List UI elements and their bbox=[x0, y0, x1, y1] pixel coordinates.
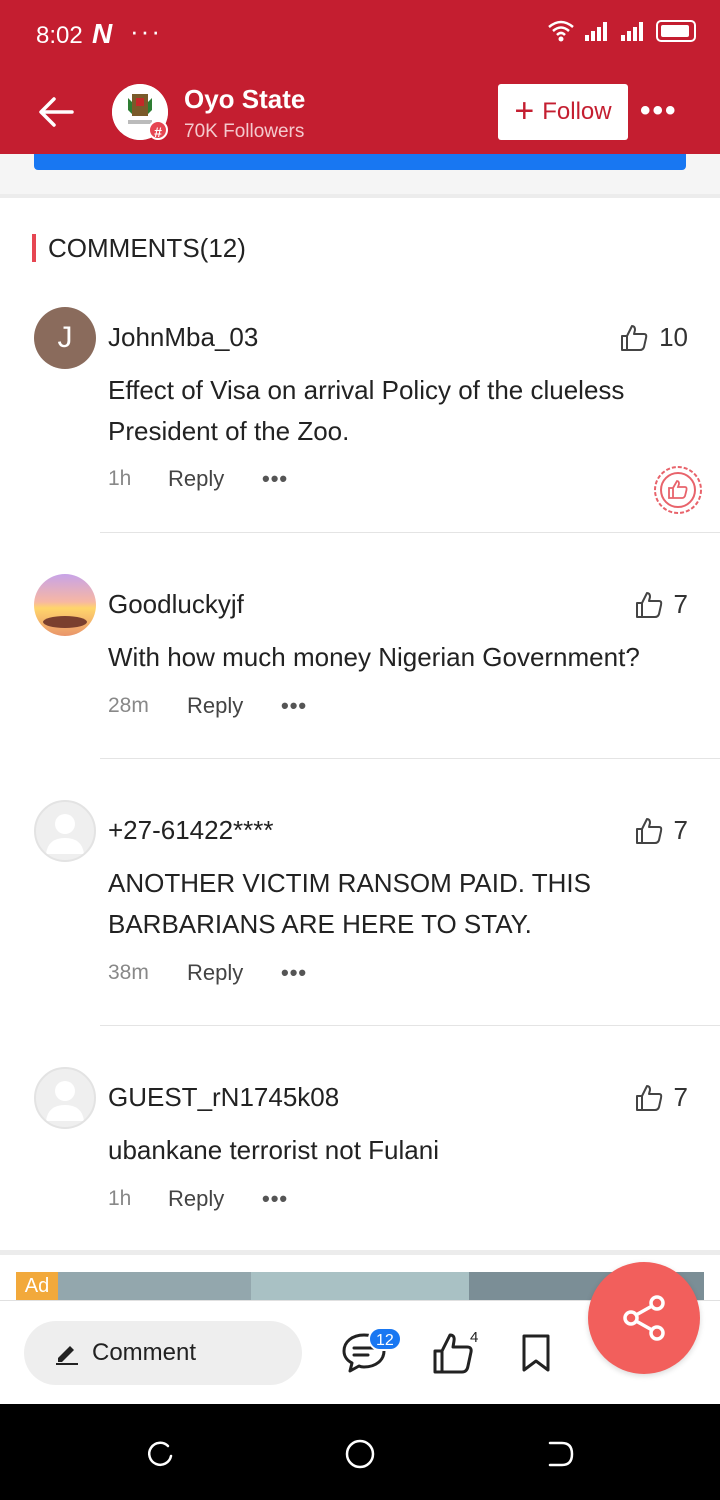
like-count: 10 bbox=[659, 322, 688, 352]
blue-banner-edge[interactable] bbox=[34, 154, 686, 170]
plus-icon: + bbox=[514, 91, 535, 130]
comment-time: 28m bbox=[108, 694, 149, 717]
comment-more-icon[interactable]: ••• bbox=[262, 466, 288, 492]
comment-divider bbox=[100, 532, 720, 533]
comment-meta: 1h Reply ••• bbox=[108, 466, 288, 492]
default-user-icon bbox=[46, 1081, 84, 1121]
share-icon bbox=[623, 1295, 665, 1341]
comments-heading: COMMENTS(12) bbox=[32, 234, 246, 262]
default-user-icon bbox=[46, 814, 84, 854]
follow-button[interactable]: + Follow bbox=[498, 84, 628, 140]
channel-name[interactable]: Oyo State bbox=[184, 84, 305, 115]
like-count: 7 bbox=[673, 815, 688, 845]
like-icon[interactable] bbox=[432, 1331, 474, 1375]
comment-username[interactable]: GUEST_rN1745k08 bbox=[108, 1082, 339, 1113]
comment-divider bbox=[100, 1025, 720, 1026]
thumbs-up-icon bbox=[635, 817, 662, 844]
comment-input[interactable]: Comment bbox=[24, 1321, 302, 1385]
follow-label: Follow bbox=[542, 98, 612, 125]
user-avatar[interactable] bbox=[34, 800, 96, 862]
share-button[interactable] bbox=[588, 1262, 700, 1374]
more-options-icon[interactable]: ••• bbox=[640, 96, 690, 126]
comment-like-button[interactable]: 7 bbox=[634, 1082, 688, 1113]
comment-meta: 1h Reply ••• bbox=[108, 1186, 288, 1212]
comment-text: ANOTHER VICTIM RANSOM PAID. THIS BARBARI… bbox=[108, 868, 591, 939]
pencil-icon bbox=[56, 1346, 78, 1365]
recent-apps-icon[interactable] bbox=[144, 1438, 176, 1470]
section-divider bbox=[0, 194, 720, 198]
comment-text: ubankane terrorist not Fulani bbox=[108, 1135, 439, 1165]
comment-username[interactable]: JohnMba_03 bbox=[108, 322, 258, 353]
comment-meta: 28m Reply ••• bbox=[108, 693, 307, 719]
comment-text: Effect of Visa on arrival Policy of the … bbox=[108, 375, 625, 446]
back-arrow-icon[interactable] bbox=[36, 92, 76, 132]
comment-time: 1h bbox=[108, 1187, 132, 1210]
thumbs-up-icon bbox=[621, 324, 648, 351]
like-count: 7 bbox=[673, 589, 688, 619]
hashtag-badge-icon: # bbox=[148, 120, 168, 140]
battery-icon bbox=[656, 20, 696, 42]
like-count-label: 4 bbox=[470, 1329, 479, 1346]
top-comment-stamp-icon bbox=[654, 466, 702, 514]
status-overflow-icon: ··· bbox=[130, 16, 162, 46]
thumbs-up-icon bbox=[635, 1084, 662, 1111]
user-avatar[interactable] bbox=[34, 574, 96, 636]
like-count: 7 bbox=[673, 1082, 688, 1112]
wifi-icon bbox=[548, 20, 574, 42]
comment-count-badge: 12 bbox=[368, 1327, 402, 1351]
signal-icon bbox=[585, 22, 607, 41]
bookmark-icon[interactable] bbox=[520, 1333, 552, 1373]
comment-like-button[interactable]: 7 bbox=[634, 589, 688, 620]
comment-meta: 38m Reply ••• bbox=[108, 960, 307, 986]
system-navigation-bar bbox=[0, 1404, 720, 1500]
sunset-avatar-icon bbox=[34, 574, 96, 636]
comment-time: 1h bbox=[108, 467, 132, 490]
reply-button[interactable]: Reply bbox=[168, 1186, 262, 1212]
comment-time: 38m bbox=[108, 961, 149, 984]
home-icon[interactable] bbox=[344, 1438, 376, 1470]
comment-like-button[interactable]: 7 bbox=[634, 815, 688, 846]
user-avatar[interactable] bbox=[34, 1067, 96, 1129]
status-time: 8:02 bbox=[36, 22, 83, 49]
comment-text: With how much money Nigerian Government? bbox=[108, 642, 640, 672]
status-bar: 8:02 N ··· bbox=[0, 0, 720, 72]
ad-image-segment bbox=[251, 1272, 469, 1302]
status-icons bbox=[548, 20, 696, 42]
reply-button[interactable]: Reply bbox=[168, 466, 262, 492]
comment-divider bbox=[100, 758, 720, 759]
user-avatar[interactable]: J bbox=[34, 307, 96, 369]
reply-button[interactable]: Reply bbox=[187, 960, 281, 986]
comment-input-label: Comment bbox=[92, 1339, 197, 1366]
comment-username[interactable]: Goodluckyjf bbox=[108, 589, 244, 620]
app-notification-icon: N bbox=[92, 18, 113, 49]
signal-icon-2 bbox=[621, 22, 643, 41]
back-nav-icon[interactable] bbox=[544, 1438, 576, 1470]
comment-like-button[interactable]: 10 bbox=[619, 322, 688, 353]
comment-username[interactable]: +27-61422**** bbox=[108, 815, 274, 846]
reply-button[interactable]: Reply bbox=[187, 693, 281, 719]
comment-more-icon[interactable]: ••• bbox=[281, 693, 307, 719]
ad-divider bbox=[0, 1250, 720, 1255]
comment-more-icon[interactable]: ••• bbox=[262, 1186, 288, 1212]
thumbs-up-icon bbox=[635, 591, 662, 618]
channel-followers: 70K Followers bbox=[184, 121, 305, 142]
ad-label: Ad bbox=[16, 1272, 58, 1300]
comment-more-icon[interactable]: ••• bbox=[281, 960, 307, 986]
